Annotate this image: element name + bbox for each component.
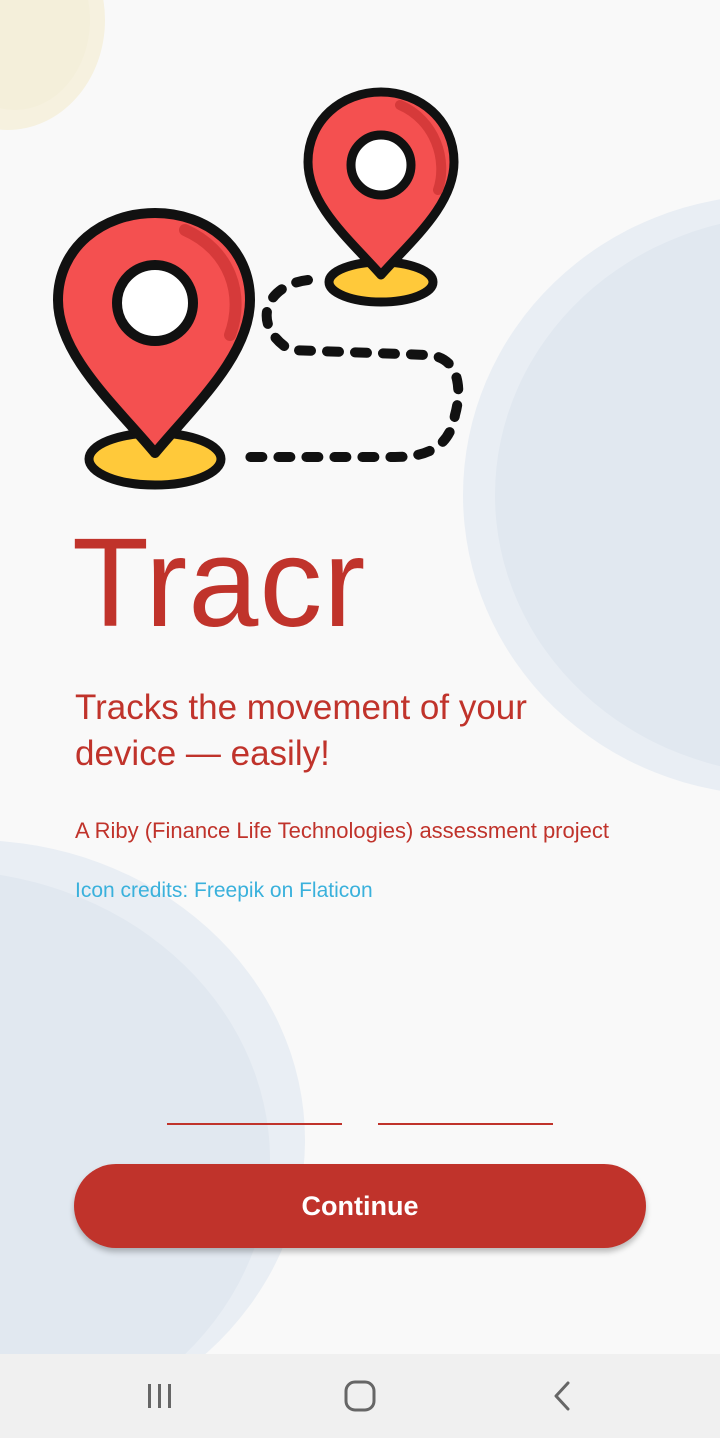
app-title: Tracr xyxy=(72,512,367,653)
system-navigation-bar xyxy=(0,1354,720,1438)
icon-credits-link[interactable]: Icon credits: Freepik on Flaticon xyxy=(75,877,373,905)
home-button[interactable] xyxy=(330,1366,390,1426)
app-subtitle: A Riby (Finance Life Technologies) asses… xyxy=(75,818,609,843)
recents-icon xyxy=(148,1384,171,1408)
recents-button[interactable] xyxy=(130,1366,190,1426)
app-tagline: Tracks the movement of your device — eas… xyxy=(75,688,527,773)
back-button[interactable] xyxy=(533,1366,593,1426)
home-icon xyxy=(344,1380,376,1412)
input-underline-left xyxy=(167,1123,342,1125)
input-underline-right xyxy=(378,1123,553,1125)
splash-screen: Tracr Tracks the movement of your device… xyxy=(0,0,720,1438)
continue-button[interactable]: Continue xyxy=(74,1164,646,1248)
back-icon xyxy=(554,1381,570,1411)
map-route-pins-icon xyxy=(53,87,464,490)
